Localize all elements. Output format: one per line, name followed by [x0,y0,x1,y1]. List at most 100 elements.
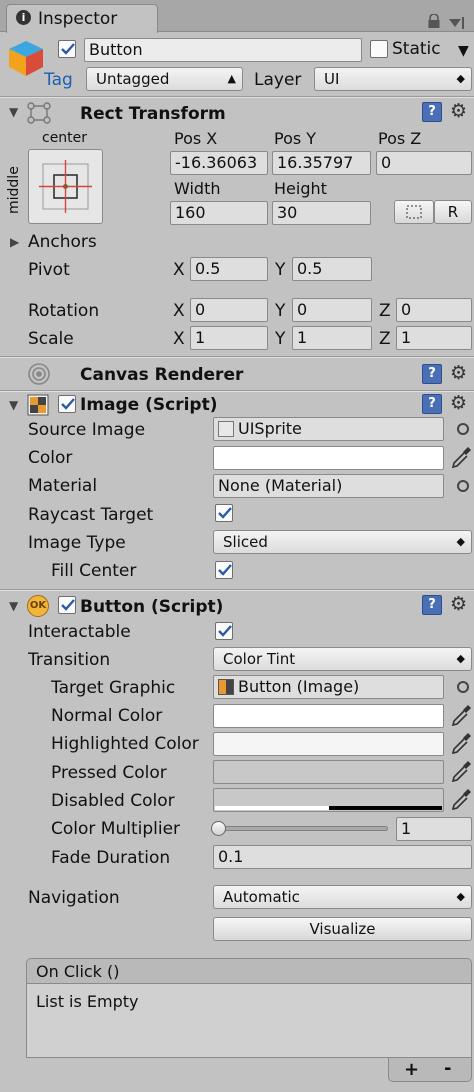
pos-z-field[interactable]: 0 [376,151,472,175]
object-picker-icon[interactable] [457,423,469,435]
layer-dropdown[interactable]: UI ◆ [314,67,472,91]
width-field[interactable]: 160 [170,201,268,225]
image-type-label: Image Type [28,533,126,553]
pressed-color-swatch[interactable] [213,760,444,784]
rotation-y-field[interactable]: 0 [292,298,372,322]
raycast-target-checkbox[interactable] [215,504,233,522]
object-picker-icon[interactable] [457,681,469,693]
pivot-x-field[interactable]: 0.5 [190,257,268,281]
help-book-icon[interactable]: ? [422,595,442,615]
help-book-icon[interactable]: ? [422,102,442,122]
material-field[interactable]: None (Material) [213,474,444,498]
eyedropper-icon[interactable] [450,759,472,788]
button-enabled-checkbox[interactable] [58,596,76,614]
anchors-label[interactable]: Anchors [28,234,97,251]
height-field[interactable]: 30 [272,201,371,225]
pos-y-field[interactable]: 16.35797 [272,151,371,175]
pos-y-label: Pos Y [274,129,317,148]
rotation-x-field[interactable]: 0 [190,298,268,322]
fade-duration-field[interactable]: 0.1 [213,845,472,869]
scale-z-field[interactable]: 1 [396,326,472,350]
remove-event-button[interactable]: - [444,1060,451,1078]
eyedropper-icon[interactable] [450,445,472,474]
color-multiplier-field[interactable]: 1 [396,817,472,841]
scale-y-field[interactable]: 1 [292,326,372,350]
lock-icon[interactable] [427,13,441,28]
eyedropper-icon[interactable] [450,703,472,732]
interactable-label: Interactable [28,622,131,642]
on-click-footer [388,1058,472,1082]
help-book-icon[interactable]: ? [422,364,442,384]
tag-dropdown[interactable]: Untagged ▲ [86,67,243,91]
anchor-vertical-label: middle [6,166,22,214]
tab-menu-icon[interactable] [448,14,464,29]
cube-icon [6,38,46,78]
blueprint-mode-button[interactable] [394,200,434,224]
raw-edit-button[interactable]: R [434,200,472,224]
scale-x-axis: X [173,329,185,349]
raycast-target-label: Raycast Target [28,505,154,525]
static-checkbox[interactable] [370,40,388,58]
button-script-title: Button (Script) [80,597,224,617]
pivot-x-axis: X [173,260,185,280]
image-enabled-checkbox[interactable] [58,395,76,413]
image-type-value: Sliced [223,533,268,551]
eyedropper-icon[interactable] [450,731,472,760]
gear-icon[interactable]: ⚙ [450,102,467,121]
list-empty-text: List is Empty [36,992,139,1011]
rect-transform-foldout[interactable]: ▼ [9,106,18,118]
rotation-z-axis: Z [379,301,391,321]
tag-value: Untagged [96,70,170,88]
object-name-field[interactable]: Button [84,38,362,62]
transition-value: Color Tint [223,650,296,668]
color-multiplier-slider-thumb[interactable] [211,821,226,836]
scale-x-field[interactable]: 1 [190,326,268,350]
help-book-icon[interactable]: ? [422,394,442,414]
gear-icon[interactable]: ⚙ [450,364,467,383]
active-checkbox[interactable] [58,40,76,58]
eyedropper-icon[interactable] [450,787,472,816]
pivot-y-axis: Y [275,260,286,280]
scale-y-axis: Y [275,329,286,349]
rect-transform-title: Rect Transform [80,104,226,124]
ok-button-icon: OK [27,595,49,617]
add-event-button[interactable]: + [404,1061,419,1079]
normal-color-swatch[interactable] [213,704,444,728]
gear-icon[interactable]: ⚙ [450,394,467,413]
highlighted-color-swatch[interactable] [213,732,444,756]
rotation-z-field[interactable]: 0 [396,298,472,322]
color-multiplier-slider-track[interactable] [214,826,388,831]
image-foldout[interactable]: ▼ [9,399,18,411]
static-label: Static [392,39,441,59]
object-picker-icon[interactable] [457,480,469,492]
navigation-dropdown[interactable]: Automatic ◆ [213,885,472,909]
pivot-y-field[interactable]: 0.5 [292,257,372,281]
anchor-presets-button[interactable] [28,149,103,224]
transition-dropdown[interactable]: Color Tint ◆ [213,647,472,671]
button-foldout[interactable]: ▼ [9,600,18,612]
gear-icon[interactable]: ⚙ [450,595,467,614]
source-image-field[interactable]: UISprite [213,417,444,441]
width-label: Width [174,179,221,198]
target-graphic-field[interactable]: Button (Image) [213,675,444,699]
disabled-alpha-bar-white [215,806,329,810]
pos-x-field[interactable]: -16.36063 [170,151,268,175]
image-script-icon [218,679,234,695]
static-dropdown-arrow[interactable]: ▼ [458,43,469,59]
fade-duration-label: Fade Duration [51,848,171,868]
color-label: Color [28,448,73,468]
rotation-x-axis: X [173,301,185,321]
layer-label: Layer [254,70,302,90]
image-type-dropdown[interactable]: Sliced ◆ [213,530,472,554]
interactable-checkbox[interactable] [215,622,233,640]
anchor-horizontal-label: center [42,130,88,146]
disabled-color-label: Disabled Color [51,791,175,811]
scale-z-axis: Z [379,329,391,349]
fill-center-checkbox[interactable] [215,561,233,579]
visualize-button[interactable]: Visualize [213,917,472,941]
color-swatch[interactable] [213,446,444,470]
anchors-foldout[interactable]: ▶ [10,236,19,248]
rotation-y-axis: Y [275,301,286,321]
target-graphic-label: Target Graphic [51,678,176,698]
navigation-value: Automatic [223,888,300,906]
